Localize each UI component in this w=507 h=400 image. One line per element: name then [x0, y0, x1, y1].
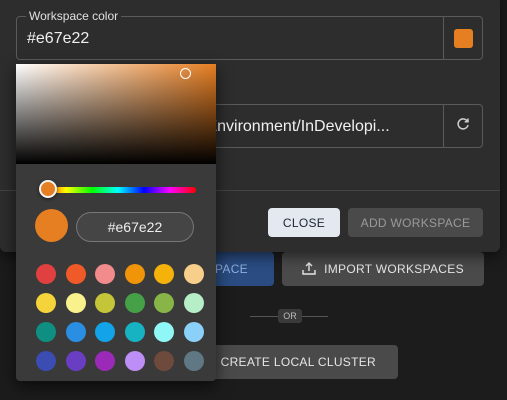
color-swatch-option[interactable] — [95, 293, 115, 313]
color-swatch-option[interactable] — [183, 351, 204, 371]
color-swatch-grid — [36, 264, 204, 371]
color-swatch-option[interactable] — [65, 351, 86, 371]
refresh-icon — [455, 116, 471, 137]
workspace-color-field[interactable]: Workspace color #e67e22 — [16, 9, 483, 60]
color-swatch-option[interactable] — [154, 322, 174, 342]
hue-slider[interactable] — [40, 187, 196, 193]
color-swatch-option[interactable] — [95, 264, 115, 284]
color-swatch-option[interactable] — [36, 322, 56, 342]
saturation-value-handle[interactable] — [180, 68, 191, 79]
color-swatch-option[interactable] — [36, 351, 56, 371]
color-swatch-option[interactable] — [36, 293, 56, 313]
close-button[interactable]: CLOSE — [268, 208, 340, 237]
add-workspace-button[interactable]: ADD WORKSPACE — [348, 208, 483, 237]
color-swatch-option[interactable] — [36, 264, 56, 284]
color-picker-popover: #e67e22 — [16, 64, 216, 381]
color-swatch — [453, 28, 473, 48]
color-swatch-option[interactable] — [154, 293, 174, 313]
saturation-value-area[interactable] — [16, 64, 216, 164]
color-swatch-option[interactable] — [65, 264, 86, 284]
import-workspaces-label: IMPORT WORKSPACES — [324, 262, 464, 276]
color-swatch-option[interactable] — [124, 264, 145, 284]
color-swatch-option[interactable] — [124, 351, 145, 371]
add-workspace-background-label: PACE — [215, 262, 248, 276]
import-workspaces-button[interactable]: IMPORT WORKSPACES — [282, 252, 484, 286]
color-swatch-option[interactable] — [95, 322, 115, 342]
refresh-button[interactable] — [443, 105, 482, 147]
color-preview — [35, 209, 68, 242]
hex-color-input[interactable]: #e67e22 — [76, 212, 194, 242]
color-swatch-option[interactable] — [183, 322, 204, 342]
upload-icon — [302, 261, 316, 278]
color-swatch-option[interactable] — [65, 293, 86, 313]
or-divider-label: OR — [278, 309, 302, 323]
color-swatch-option[interactable] — [124, 293, 145, 313]
color-swatch-option[interactable] — [124, 322, 145, 342]
workspace-color-value[interactable]: #e67e22 — [27, 30, 89, 48]
hue-slider-handle[interactable] — [39, 180, 57, 198]
color-swatch-option[interactable] — [154, 264, 174, 284]
color-swatch-option[interactable] — [183, 293, 204, 313]
color-swatch-option[interactable] — [65, 322, 86, 342]
color-swatch-button[interactable] — [443, 17, 482, 59]
create-local-cluster-label: CREATE LOCAL CLUSTER — [220, 355, 376, 369]
workspace-color-label: Workspace color — [26, 9, 122, 23]
color-swatch-option[interactable] — [95, 351, 115, 371]
color-swatch-option[interactable] — [183, 264, 204, 284]
color-swatch-option[interactable] — [154, 351, 174, 371]
workspace-path-value[interactable]: /Environment/InDevelopi... — [202, 118, 390, 136]
